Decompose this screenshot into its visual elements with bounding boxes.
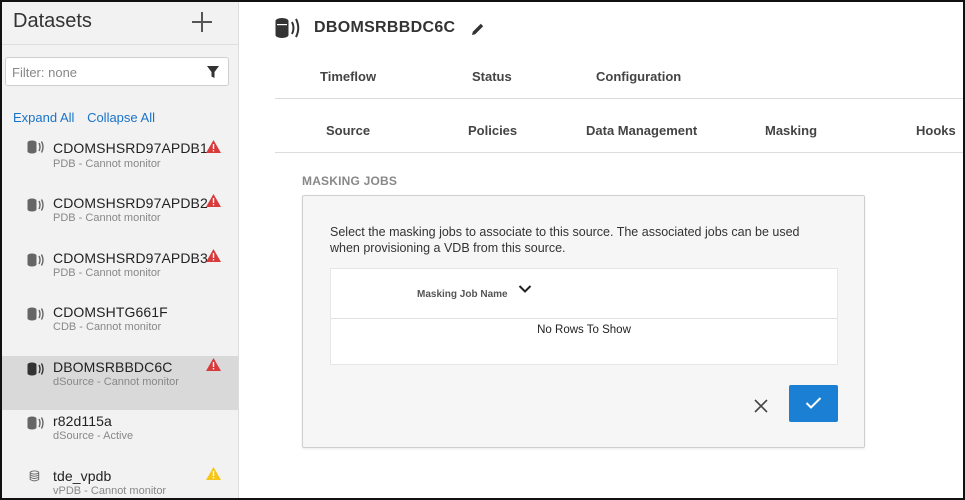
primary-tabs: Timeflow Status Configuration [275, 60, 963, 99]
database-signal-icon [27, 198, 44, 212]
chevron-down-icon[interactable] [518, 284, 532, 294]
checkmark-icon [805, 397, 822, 409]
add-dataset-icon[interactable] [190, 10, 214, 34]
filter-input[interactable] [12, 62, 192, 82]
dataset-item-cdomshtg661f[interactable]: CDOMSHTG661F CDB - Cannot monitor [2, 301, 238, 356]
database-signal-icon [27, 307, 44, 321]
section-label: MASKING JOBS [302, 174, 398, 188]
expand-collapse-links: Expand All Collapse All [13, 110, 164, 125]
secondary-tabs: Source Policies Data Management Masking … [275, 114, 963, 153]
masking-jobs-grid: Masking Job Name No Rows To Show [330, 268, 838, 365]
caution-warning-icon [206, 466, 221, 480]
expand-all-link[interactable]: Expand All [13, 110, 74, 125]
dataset-name: CDOMSHSRD97APDB1 [53, 140, 208, 156]
dataset-status: PDB - Cannot monitor [53, 212, 161, 224]
dataset-status: dSource - Active [53, 430, 134, 442]
dataset-name: r82d115a [53, 413, 112, 429]
database-signal-icon [27, 416, 44, 430]
database-signal-icon [27, 362, 44, 375]
masking-jobs-panel: Select the masking jobs to associate to … [302, 195, 865, 448]
datasets-sidebar: Datasets Expand All Collapse All CDOMSHS… [2, 2, 239, 499]
sidebar-title: Datasets [13, 10, 92, 32]
dataset-item-dbomsrbbdc6c[interactable]: DBOMSRBBDC6C dSource - Cannot monitor [2, 355, 238, 410]
dataset-name: CDOMSHSRD97APDB2 [53, 195, 208, 211]
collapse-all-link[interactable]: Collapse All [87, 110, 155, 125]
close-icon[interactable] [752, 397, 770, 415]
dataset-name: tde_vpdb [53, 467, 112, 484]
dataset-status: CDB - Cannot monitor [53, 321, 162, 333]
database-icon [29, 469, 40, 481]
pencil-icon[interactable] [471, 22, 485, 36]
error-warning-icon [206, 357, 221, 371]
tab-configuration[interactable]: Configuration [596, 69, 681, 84]
dataset-status: PDB - Cannot monitor [53, 158, 161, 170]
tab-masking[interactable]: Masking [765, 123, 817, 138]
error-warning-icon [206, 248, 221, 262]
grid-empty-message: No Rows To Show [537, 324, 631, 336]
app-window: Datasets Expand All Collapse All CDOMSHS… [0, 0, 965, 500]
main-content: DBOMSRBBDC6C Timeflow Status Configurati… [239, 2, 963, 498]
funnel-icon[interactable] [207, 66, 219, 79]
tab-hooks[interactable]: Hooks [916, 123, 956, 138]
dataset-status: dSource - Cannot monitor [53, 375, 179, 388]
filter-field[interactable] [5, 57, 229, 86]
dataset-item-r82d115a[interactable]: r82d115a dSource - Active [2, 410, 238, 465]
grid-header: Masking Job Name [331, 269, 837, 319]
dataset-name: CDOMSHTG661F [53, 304, 168, 320]
dataset-status: vPDB - Cannot monitor [53, 484, 167, 497]
dataset-name: CDOMSHSRD97APDB3 [53, 249, 208, 266]
error-warning-icon [206, 194, 221, 207]
dataset-item-cdomshsrd97apdb3[interactable]: CDOMSHSRD97APDB3 PDB - Cannot monitor [2, 247, 238, 302]
tab-data-management[interactable]: Data Management [586, 123, 697, 138]
dataset-name: DBOMSRBBDC6C [53, 358, 173, 375]
tab-source[interactable]: Source [326, 123, 370, 138]
database-signal-icon [27, 253, 44, 266]
dataset-item-cdomshsrd97apdb1[interactable]: CDOMSHSRD97APDB1 PDB - Cannot monitor [2, 138, 238, 182]
tab-status[interactable]: Status [472, 69, 512, 84]
dataset-status: PDB - Cannot monitor [53, 266, 161, 279]
sidebar-divider [2, 44, 238, 45]
database-signal-icon [27, 140, 44, 154]
page-title: DBOMSRBBDC6C [314, 19, 456, 36]
confirm-button[interactable] [789, 385, 838, 422]
database-signal-icon [275, 18, 300, 38]
tab-timeflow[interactable]: Timeflow [320, 69, 376, 84]
error-warning-icon [206, 140, 221, 153]
column-header-masking-job-name[interactable]: Masking Job Name [417, 289, 508, 300]
dataset-item-tde-vpdb[interactable]: tde_vpdb vPDB - Cannot monitor [2, 465, 238, 499]
tab-policies[interactable]: Policies [468, 123, 517, 138]
dataset-list: CDOMSHSRD97APDB1 PDB - Cannot monitor CD… [2, 138, 238, 499]
panel-description: Select the masking jobs to associate to … [330, 225, 800, 255]
dataset-item-cdomshsrd97apdb2[interactable]: CDOMSHSRD97APDB2 PDB - Cannot monitor [2, 192, 238, 247]
